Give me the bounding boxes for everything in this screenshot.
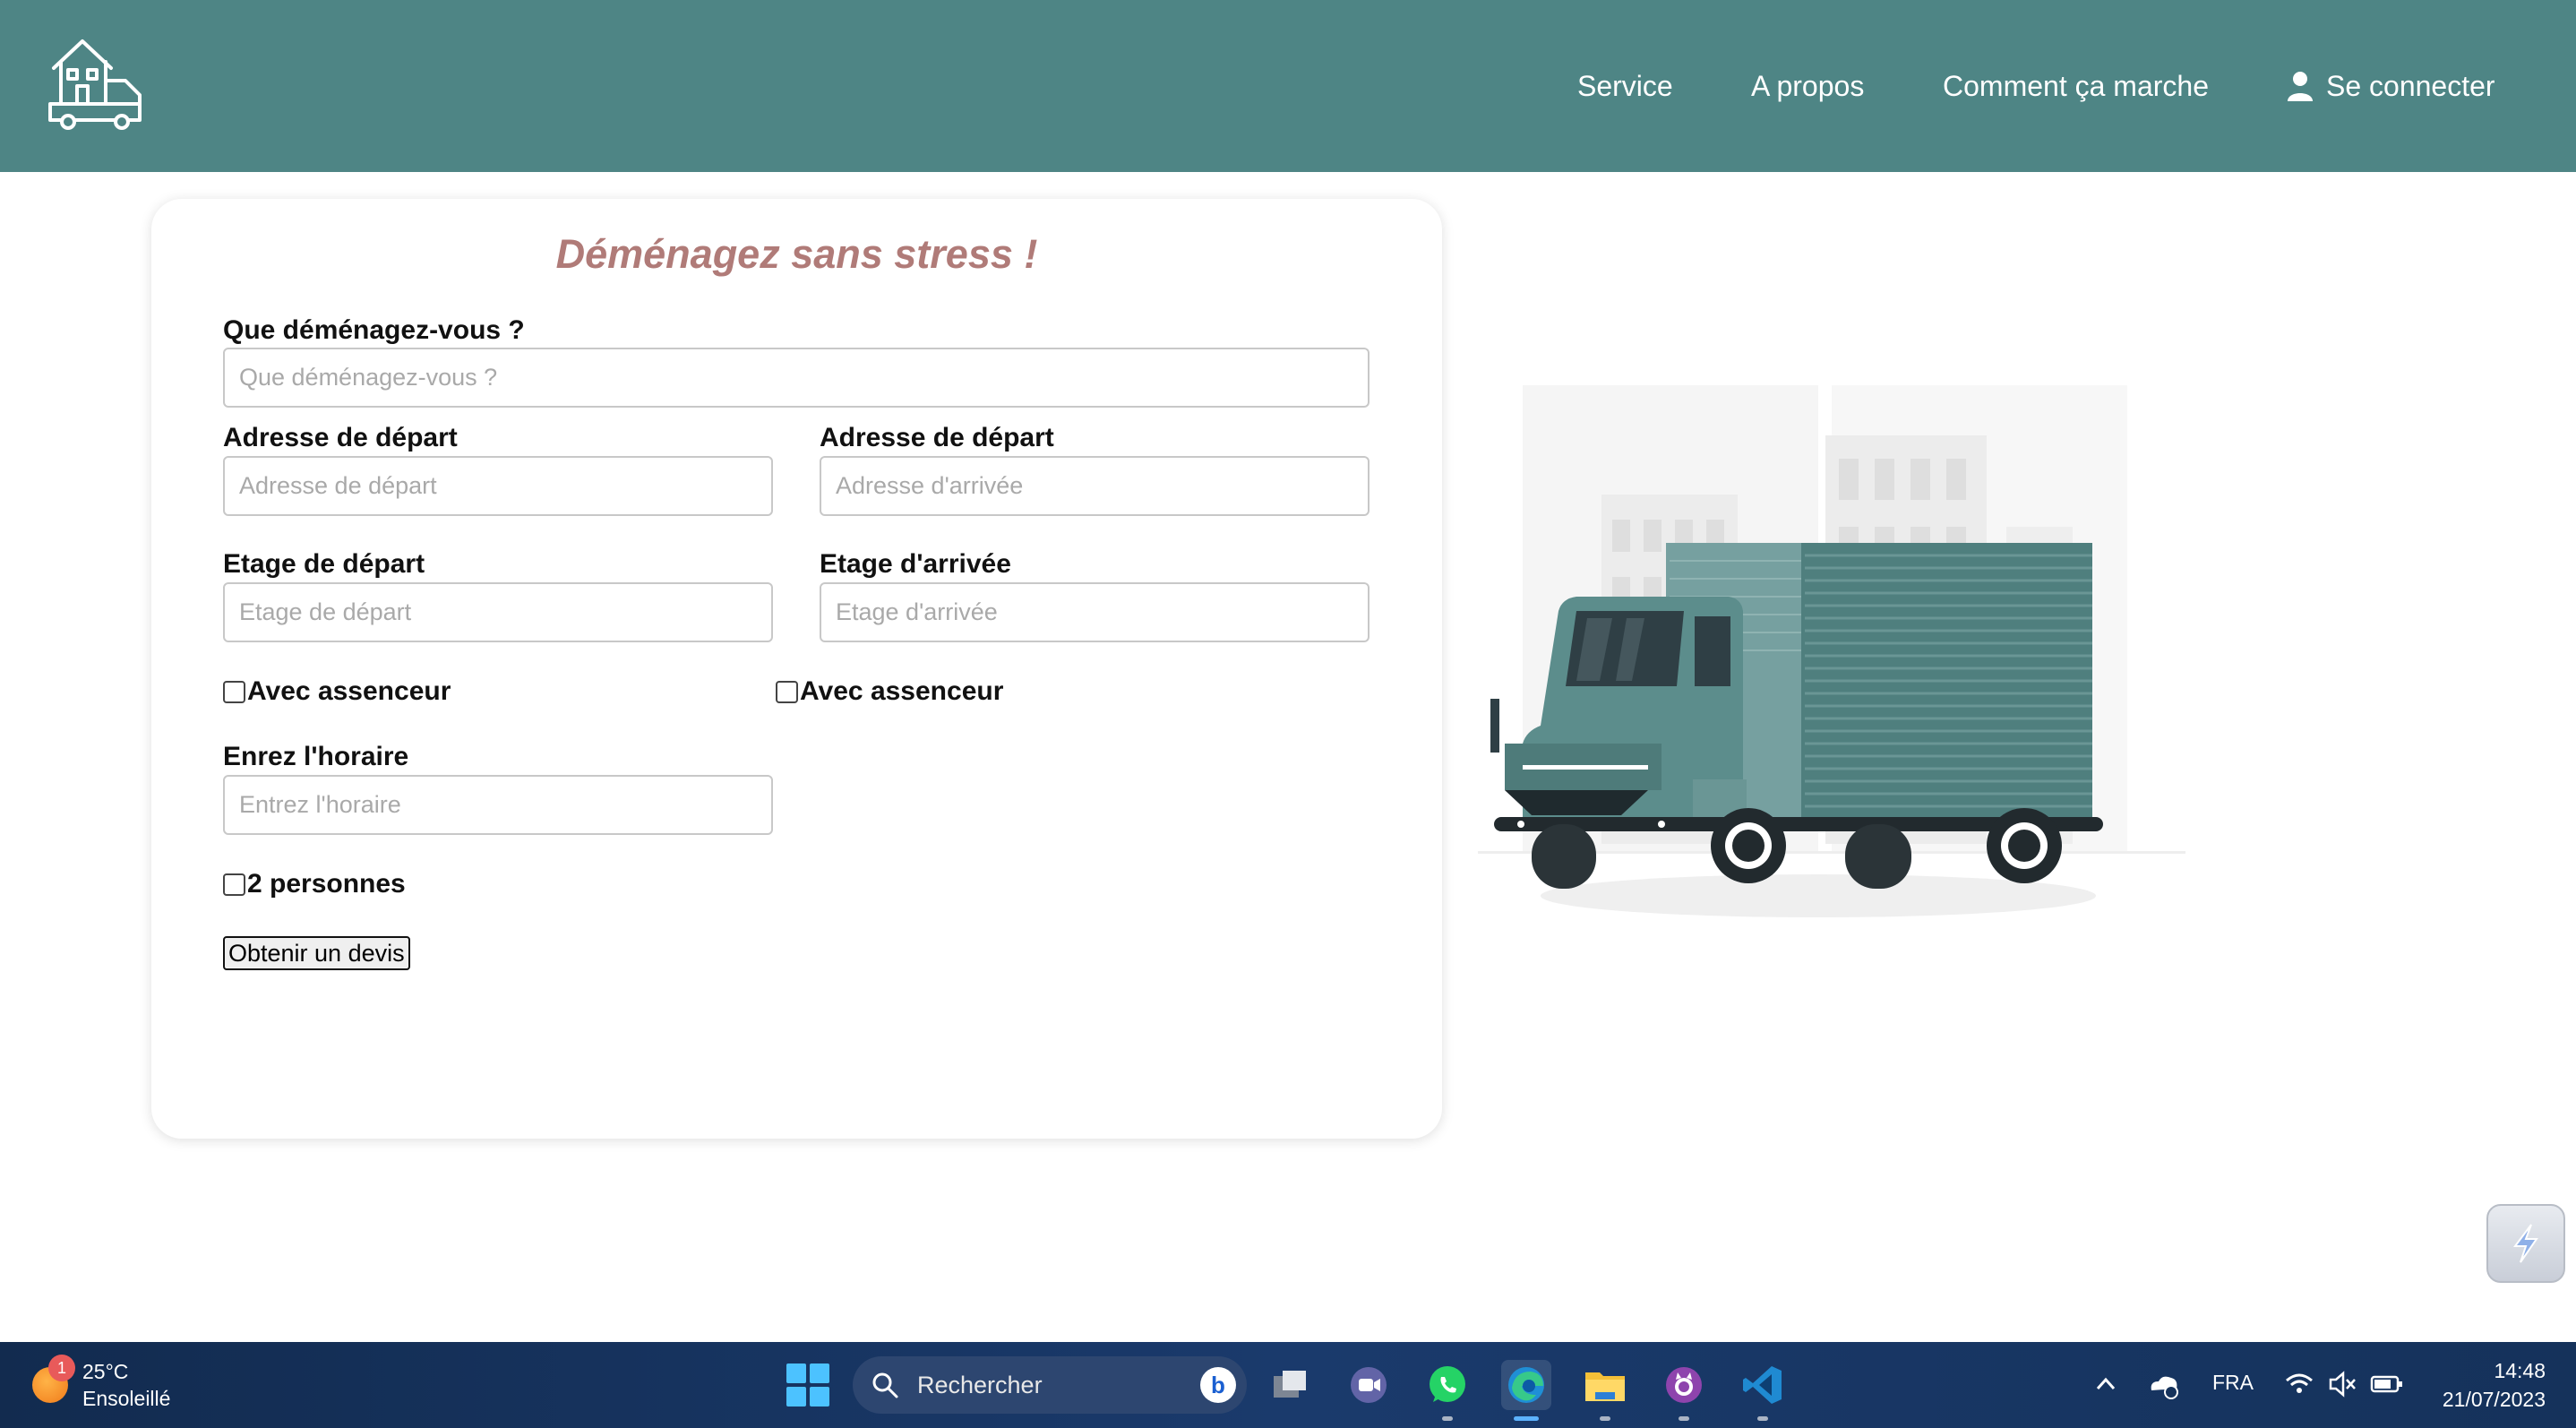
edge-icon[interactable] bbox=[1501, 1360, 1551, 1421]
windows-taskbar: 1 25°C Ensoleillé Rechercher b FRA 14:48… bbox=[0, 1342, 2576, 1428]
teams-icon[interactable] bbox=[1344, 1360, 1394, 1410]
from-floor-input[interactable] bbox=[223, 582, 773, 642]
to-floor-input[interactable] bbox=[820, 582, 1370, 642]
lightning-icon bbox=[2513, 1224, 2538, 1263]
app-active-indicator bbox=[1514, 1416, 1539, 1421]
app-running-indicator bbox=[1600, 1416, 1610, 1421]
search-icon bbox=[872, 1372, 898, 1398]
file-explorer-icon[interactable] bbox=[1580, 1360, 1630, 1421]
sun-icon: 1 bbox=[32, 1355, 75, 1403]
login-link[interactable]: Se connecter bbox=[2287, 66, 2495, 106]
vscode-icon[interactable] bbox=[1738, 1360, 1788, 1421]
task-view-icon[interactable] bbox=[1265, 1360, 1315, 1410]
clock-date: 21/07/2023 bbox=[2442, 1388, 2546, 1411]
weather-temp: 25°C bbox=[82, 1360, 129, 1383]
wifi-icon[interactable] bbox=[2284, 1369, 2314, 1399]
nav-link-service[interactable]: Service bbox=[1577, 66, 1673, 106]
checkbox-box[interactable] bbox=[776, 680, 798, 703]
nav-link-how-it-works[interactable]: Comment ça marche bbox=[1943, 66, 2209, 106]
app-running-indicator bbox=[1442, 1416, 1453, 1421]
nav-link-about[interactable]: A propos bbox=[1751, 66, 1864, 106]
from-elevator-checkbox[interactable]: Avec assenceur bbox=[223, 676, 451, 707]
navbar: Service A propos Comment ça marche Se co… bbox=[0, 0, 2576, 172]
notification-badge: 1 bbox=[48, 1355, 75, 1381]
onedrive-sync-icon[interactable] bbox=[2146, 1369, 2182, 1399]
form-title: Déménagez sans stress ! bbox=[555, 231, 1038, 277]
to-floor-label: Etage d'arrivée bbox=[820, 549, 1011, 579]
bing-icon[interactable]: b bbox=[1200, 1367, 1236, 1403]
to-address-input[interactable] bbox=[820, 456, 1370, 516]
chevron-up-icon[interactable] bbox=[2091, 1369, 2121, 1399]
quote-form-card: Déménagez sans stress ! Que déménagez-vo… bbox=[151, 199, 1442, 1139]
battery-icon[interactable] bbox=[2370, 1369, 2404, 1399]
from-address-label: Adresse de départ bbox=[223, 423, 458, 452]
from-floor-label: Etage de départ bbox=[223, 549, 425, 579]
login-label: Se connecter bbox=[2326, 70, 2495, 102]
house-truck-icon[interactable] bbox=[47, 34, 145, 133]
windows-start-icon[interactable] bbox=[786, 1363, 829, 1406]
from-elevator-label: Avec assenceur bbox=[247, 676, 451, 706]
schedule-label: Enrez l'horaire bbox=[223, 742, 409, 771]
app-running-indicator bbox=[1679, 1416, 1689, 1421]
schedule-input[interactable] bbox=[223, 775, 773, 835]
language-indicator[interactable]: FRA bbox=[2212, 1371, 2254, 1395]
app-running-indicator bbox=[1757, 1416, 1768, 1421]
user-icon bbox=[2288, 72, 2313, 101]
weather-condition: Ensoleillé bbox=[82, 1387, 171, 1410]
checkbox-box[interactable] bbox=[223, 680, 245, 703]
two-people-label: 2 personnes bbox=[247, 869, 406, 899]
whatsapp-icon[interactable] bbox=[1422, 1360, 1473, 1421]
taskbar-clock[interactable]: 14:48 21/07/2023 bbox=[2429, 1356, 2546, 1414]
get-quote-button[interactable]: Obtenir un devis bbox=[223, 936, 410, 970]
checkbox-box[interactable] bbox=[223, 873, 245, 896]
two-people-checkbox[interactable]: 2 personnes bbox=[223, 869, 406, 899]
from-address-input[interactable] bbox=[223, 456, 773, 516]
github-desktop-icon[interactable] bbox=[1659, 1360, 1709, 1421]
to-elevator-label: Avec assenceur bbox=[800, 676, 1004, 706]
search-placeholder: Rechercher bbox=[917, 1371, 1043, 1398]
weather-widget[interactable]: 1 25°C Ensoleillé bbox=[32, 1355, 171, 1412]
to-elevator-checkbox[interactable]: Avec assenceur bbox=[776, 676, 1003, 707]
moving-truck-illustration bbox=[1469, 376, 2185, 932]
to-address-label: Adresse de départ bbox=[820, 423, 1054, 452]
what-input[interactable] bbox=[223, 348, 1370, 408]
speaker-muted-icon[interactable] bbox=[2327, 1369, 2357, 1399]
floating-assistant-button[interactable] bbox=[2486, 1204, 2565, 1283]
clock-time: 14:48 bbox=[2494, 1359, 2546, 1382]
taskbar-search[interactable]: Rechercher b bbox=[853, 1356, 1247, 1414]
what-label: Que déménagez-vous ? bbox=[223, 315, 525, 345]
